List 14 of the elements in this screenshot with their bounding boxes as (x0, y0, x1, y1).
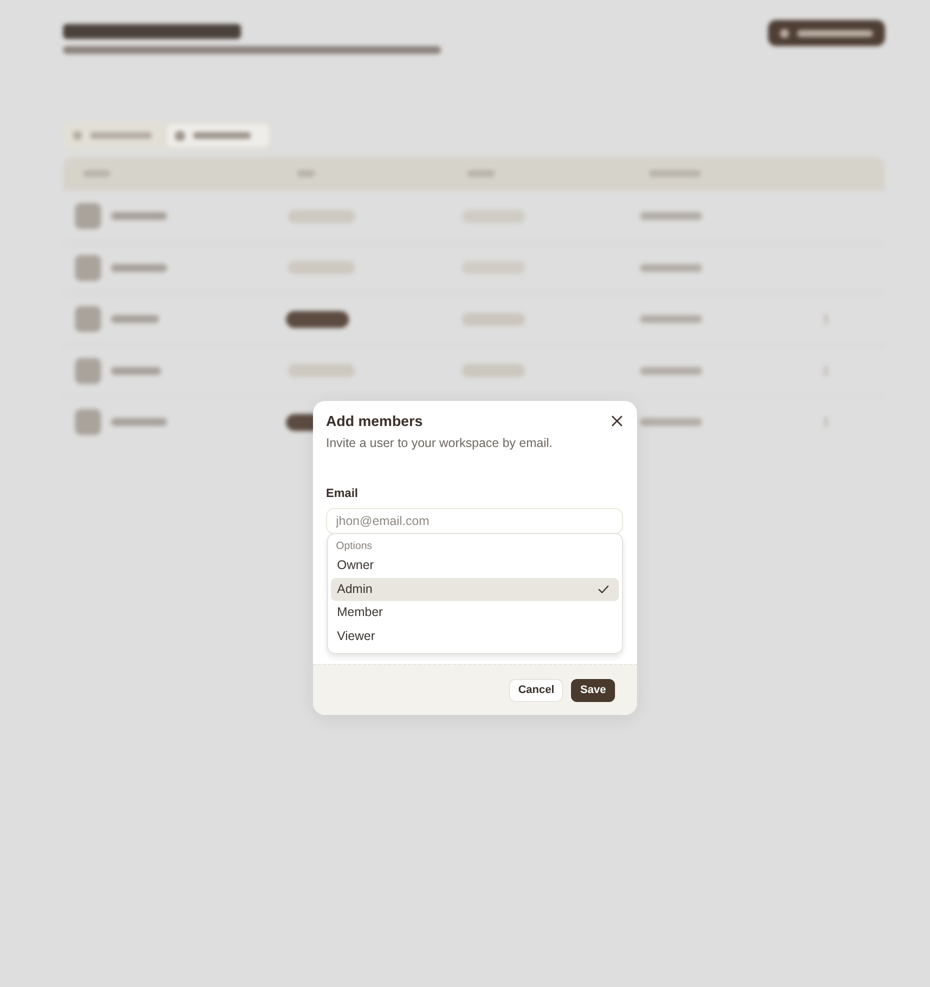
email-field[interactable]: jhon@email.com (326, 508, 623, 534)
field-label: Email (326, 485, 360, 501)
menu-option[interactable]: Member (331, 601, 619, 624)
save-button[interactable]: Save (571, 678, 615, 702)
check-icon (598, 584, 609, 594)
dialog-title: Add members (326, 413, 423, 432)
cancel-button[interactable]: Cancel (509, 678, 564, 702)
menu-option[interactable]: Admin (331, 578, 619, 601)
menu-group-label: Options (335, 539, 374, 553)
close-button[interactable] (610, 414, 624, 428)
menu-option[interactable]: Viewer (331, 624, 619, 648)
menu-option[interactable]: Owner (331, 554, 619, 578)
dialog-description: Invite a user to your workspace by email. (326, 435, 554, 451)
close-icon (611, 415, 623, 427)
